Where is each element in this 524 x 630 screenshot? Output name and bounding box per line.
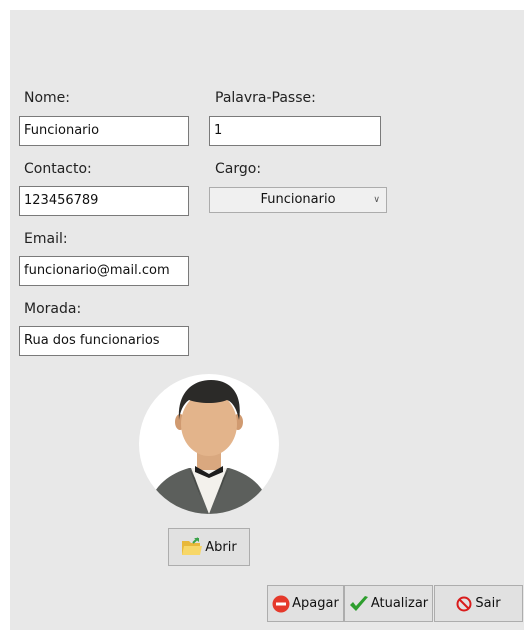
chevron-down-icon: ∨: [373, 195, 380, 205]
open-photo-button[interactable]: Abrir: [168, 528, 250, 566]
email-input[interactable]: funcionario@mail.com: [19, 256, 189, 286]
role-label: Cargo:: [215, 161, 262, 177]
no-entry-icon: [456, 596, 472, 612]
exit-label: Sair: [475, 596, 501, 611]
name-label: Nome:: [24, 90, 71, 106]
contact-label: Contacto:: [24, 161, 92, 177]
address-label: Morada:: [24, 301, 82, 317]
update-button[interactable]: Atualizar: [344, 585, 433, 622]
delete-button[interactable]: Apagar: [267, 585, 344, 622]
role-select-value: Funcionario: [260, 192, 336, 207]
update-label: Atualizar: [370, 596, 429, 611]
address-input[interactable]: Rua dos funcionarios: [19, 326, 189, 356]
password-label: Palavra-Passe:: [215, 90, 316, 106]
checkmark-icon: [349, 595, 369, 613]
folder-open-icon: [181, 537, 203, 557]
contact-input[interactable]: 123456789: [19, 186, 189, 216]
name-input[interactable]: Funcionario: [19, 116, 189, 146]
exit-button[interactable]: Sair: [434, 585, 523, 622]
minus-circle-icon: [272, 595, 290, 613]
delete-label: Apagar: [292, 596, 339, 611]
open-photo-label: Abrir: [205, 539, 237, 555]
role-select[interactable]: Funcionario ∨: [209, 187, 387, 213]
email-label: Email:: [24, 231, 68, 247]
password-input[interactable]: 1: [209, 116, 381, 146]
employee-avatar: [139, 374, 279, 514]
